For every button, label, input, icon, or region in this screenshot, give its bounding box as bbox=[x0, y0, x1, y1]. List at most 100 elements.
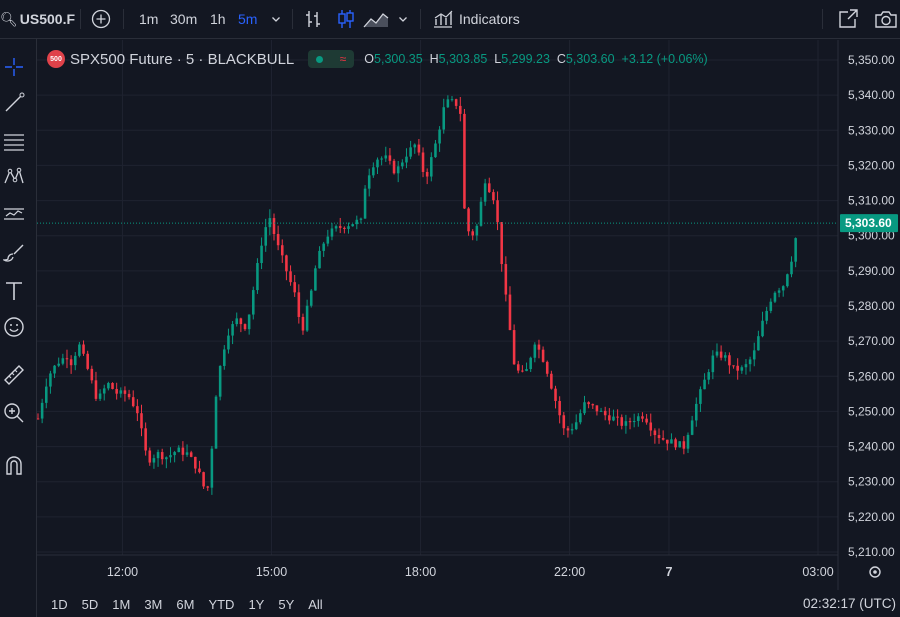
candle-body bbox=[189, 452, 193, 457]
candle-body bbox=[69, 359, 73, 366]
range-1y[interactable]: 1Y bbox=[248, 597, 264, 612]
candle-body bbox=[363, 188, 367, 219]
range-all[interactable]: All bbox=[308, 597, 322, 612]
candle-body bbox=[430, 157, 433, 177]
candle-body bbox=[463, 113, 466, 209]
interval-dropdown[interactable] bbox=[270, 0, 282, 38]
candle-body bbox=[276, 234, 280, 246]
candle-body bbox=[558, 400, 561, 416]
candle-body bbox=[525, 369, 528, 372]
magnet-tool[interactable] bbox=[0, 451, 28, 479]
candle-body bbox=[405, 156, 408, 163]
candle-body bbox=[185, 452, 189, 455]
indicators-button[interactable]: Indicators bbox=[432, 0, 520, 38]
candle-body bbox=[657, 435, 661, 439]
range-3m[interactable]: 3M bbox=[144, 597, 162, 612]
range-5d[interactable]: 5D bbox=[82, 597, 99, 612]
series-title[interactable]: SPX500 Future · 5 · BLACKBULL bbox=[70, 51, 294, 68]
candle-body bbox=[351, 224, 354, 227]
ohlc-values: O5,300.35 H5,303.85 L5,299.23 C5,303.60 … bbox=[364, 52, 707, 66]
candle-body bbox=[86, 353, 89, 369]
candle-body bbox=[301, 316, 305, 331]
candle-body bbox=[707, 372, 710, 380]
y-tick-label: 5,310.00 bbox=[848, 194, 895, 208]
candle-body bbox=[504, 264, 508, 295]
candle-body bbox=[653, 430, 657, 436]
candle-body bbox=[479, 201, 483, 226]
candle-body bbox=[786, 274, 789, 287]
indicators-label: Indicators bbox=[459, 11, 520, 27]
symbol-label: US500.F bbox=[19, 11, 76, 27]
range-ytd[interactable]: YTD bbox=[208, 597, 234, 612]
candle-body bbox=[421, 152, 425, 172]
candle-body bbox=[256, 263, 259, 291]
candle-body bbox=[372, 167, 375, 176]
candle-body bbox=[678, 441, 682, 448]
candle-body bbox=[90, 368, 94, 381]
candle-body bbox=[239, 318, 243, 325]
candle-body bbox=[173, 452, 176, 456]
chart-type-dropdown[interactable] bbox=[397, 0, 409, 38]
interval-1h[interactable]: 1h bbox=[210, 0, 226, 38]
candle-body bbox=[719, 351, 723, 358]
candle-body bbox=[769, 301, 773, 311]
interval-1m[interactable]: 1m bbox=[139, 0, 158, 38]
crosshair-icon bbox=[5, 58, 23, 76]
compare-button[interactable] bbox=[91, 0, 111, 38]
trend-line-tool[interactable] bbox=[0, 89, 28, 117]
fullscreen-button[interactable] bbox=[837, 0, 859, 38]
candle-body bbox=[367, 175, 371, 189]
candle-body bbox=[483, 183, 487, 202]
market-open-dot-icon bbox=[316, 55, 324, 63]
measure-tool[interactable] bbox=[0, 361, 28, 389]
forecast-icon bbox=[4, 208, 24, 220]
range-6m[interactable]: 6M bbox=[176, 597, 194, 612]
camera-icon bbox=[875, 11, 897, 28]
magnet-icon bbox=[6, 456, 22, 475]
brush-tool[interactable] bbox=[0, 239, 28, 267]
area-chart-type-button[interactable] bbox=[363, 0, 389, 38]
range-bar: 1D 5D 1M 3M 6M YTD 1Y 5Y All 02:32:17 (U… bbox=[37, 591, 900, 617]
range-1d[interactable]: 1D bbox=[51, 597, 68, 612]
candle-body bbox=[471, 231, 474, 236]
indicators-icon bbox=[434, 10, 453, 28]
zoom-tool[interactable] bbox=[0, 399, 28, 427]
text-tool[interactable] bbox=[0, 277, 28, 305]
forecast-tool[interactable] bbox=[0, 201, 28, 229]
candles-chart-type-button[interactable] bbox=[337, 0, 355, 38]
smiley-icon bbox=[4, 317, 24, 337]
range-5y[interactable]: 5Y bbox=[278, 597, 294, 612]
fib-tool[interactable] bbox=[0, 127, 28, 155]
bar-chart-type-button[interactable] bbox=[305, 0, 323, 38]
candle-body bbox=[744, 364, 748, 368]
interval-30m[interactable]: 30m bbox=[170, 0, 197, 38]
pattern-tool[interactable] bbox=[0, 163, 28, 191]
candle-body bbox=[562, 415, 566, 429]
candle-body bbox=[40, 402, 44, 419]
price-chart[interactable]: 5,350.00 5,340.00 5,330.00 5,320.00 5,310.00… bbox=[37, 40, 900, 590]
candle-body bbox=[111, 383, 114, 389]
candle-body bbox=[309, 290, 313, 306]
range-1m[interactable]: 1M bbox=[112, 597, 130, 612]
candle-body bbox=[492, 192, 495, 201]
close-value: 5,303.60 bbox=[565, 52, 615, 66]
candle-body bbox=[235, 318, 239, 325]
high-key: H bbox=[429, 52, 439, 66]
candle-body bbox=[140, 413, 143, 429]
candle-body bbox=[529, 357, 532, 370]
trend-line-icon bbox=[5, 92, 25, 112]
close-key: C bbox=[556, 52, 566, 66]
market-status-pill[interactable]: ≈ bbox=[308, 50, 355, 68]
interval-5m[interactable]: 5m bbox=[238, 0, 257, 38]
y-tick-label: 5,220.00 bbox=[848, 510, 895, 524]
emoji-tool[interactable] bbox=[0, 313, 28, 341]
interval-label: 30m bbox=[170, 11, 198, 27]
utc-clock[interactable]: 02:32:17 (UTC) bbox=[803, 596, 896, 611]
divider bbox=[822, 9, 823, 29]
candle-body bbox=[545, 361, 549, 374]
snapshot-button[interactable] bbox=[874, 0, 898, 38]
candle-body bbox=[761, 320, 764, 337]
symbol-search[interactable]: 🔍︎ US500.F bbox=[0, 0, 75, 38]
candle-body bbox=[285, 255, 288, 272]
crosshair-tool[interactable] bbox=[0, 53, 28, 81]
